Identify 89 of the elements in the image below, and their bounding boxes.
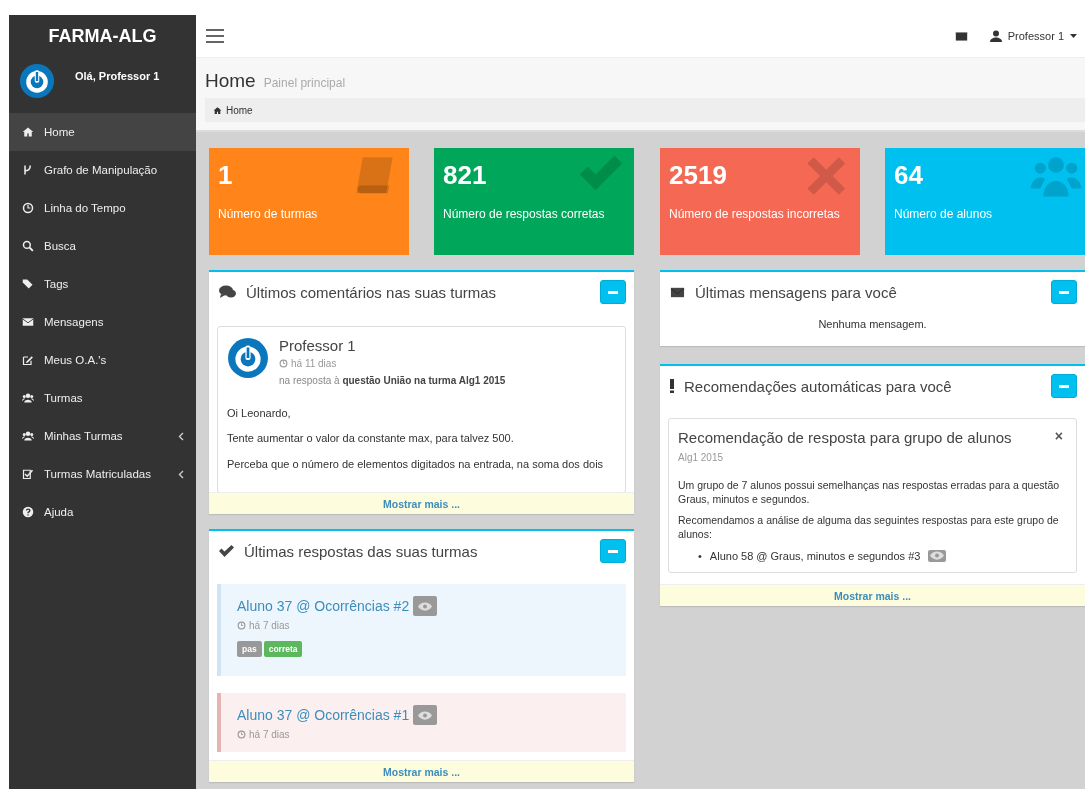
stat-label: Número de alunos (894, 207, 993, 221)
stat-label: Número de turmas (218, 207, 318, 221)
answer-tag: correta (263, 641, 303, 657)
avatar-icon (19, 63, 55, 99)
stat-value: 821 (443, 160, 487, 191)
sidebar-item[interactable]: Meus O.A.'s (9, 341, 196, 379)
recommended-answer: Aluno 58 @ Graus, minutos e segundos #3 (709, 549, 921, 562)
users-icon (22, 392, 34, 404)
stat-value: 64 (894, 160, 923, 191)
home-icon (213, 105, 222, 115)
user-menu[interactable]: Professor 1 (989, 30, 1077, 42)
collapse-button[interactable] (1051, 374, 1077, 398)
sidebar-item[interactable]: Minhas Turmas (9, 417, 196, 455)
avatar-icon (227, 337, 269, 379)
eye-icon (418, 601, 433, 611)
comment-text: Oi Leonardo, (227, 406, 292, 421)
answer-time: há 7 dias (237, 729, 610, 740)
cross-icon (807, 157, 846, 195)
stat-label: Número de respostas incorretas (669, 207, 840, 221)
show-more-link[interactable]: Mostrar mais ... (834, 589, 911, 602)
clock-icon (279, 359, 288, 368)
recommendation-course: Alg1 2015 (678, 452, 725, 463)
sidebar-item[interactable]: Turmas (9, 379, 196, 417)
search-icon (22, 240, 34, 252)
clock-icon (237, 730, 246, 739)
stat-value: 2519 (669, 160, 727, 191)
comment-context: na resposta à questão União na turma Alg1 2015 (279, 375, 506, 386)
bullet: • (698, 549, 702, 562)
answer-time: há 7 dias (237, 620, 610, 631)
breadcrumb-link[interactable]: Home (226, 104, 253, 116)
help-icon (22, 506, 34, 518)
home-icon (22, 126, 34, 138)
fork-icon (22, 164, 34, 176)
minus-icon (608, 290, 618, 294)
sidebar-item[interactable]: Linha do Tempo (9, 189, 196, 227)
users-icon (22, 430, 34, 442)
page-subtitle: Painel principal (263, 76, 346, 90)
user-icon (989, 30, 1002, 42)
users-icon (1030, 157, 1082, 197)
sidebar-item[interactable]: Busca (9, 227, 196, 265)
panel-title: Últimas mensagens para você (695, 283, 898, 301)
sidebar-item[interactable]: Ajuda (9, 493, 196, 531)
stat-label: Número de respostas corretas (443, 207, 605, 221)
comment-text: Perceba que o número de elementos digitados na entrada, na soma dos dois (227, 456, 605, 471)
panel-title: Recomendações automáticas para você (684, 377, 953, 395)
panel-title: Últimas respostas das suas turmas (244, 542, 479, 560)
eye-icon (418, 710, 433, 720)
checkbox-icon (22, 468, 34, 480)
sidebar-item[interactable]: Tags (9, 265, 196, 303)
stat-value: 1 (218, 160, 233, 191)
view-button[interactable] (413, 705, 438, 725)
minus-icon (1059, 290, 1069, 294)
check-icon (579, 155, 623, 191)
panel-title: Últimos comentários nas suas turmas (246, 283, 498, 301)
view-button[interactable] (928, 549, 947, 562)
check-icon (219, 545, 234, 557)
eye-icon (930, 551, 945, 561)
empty-message: Nenhuma mensagem. (817, 317, 928, 332)
tags-icon (22, 278, 34, 290)
answer-tag: pas (237, 641, 262, 657)
collapse-button[interactable] (600, 539, 626, 563)
menu-icon[interactable] (206, 29, 224, 43)
comments-icon (219, 285, 236, 299)
minus-icon (608, 549, 618, 553)
exclamation-icon (670, 379, 674, 393)
comment-time: há 11 dias (279, 358, 506, 369)
sidebar-item[interactable]: Home (9, 113, 196, 151)
recommendation-text: Recomendamos a análise de alguma das seguintes respostas para este grupo de alunos: (678, 514, 1060, 542)
recommendation-title: Recomendação de resposta para grupo de alunos (678, 429, 1013, 446)
recommendation-text: Um grupo de 7 alunos possui semelhanças nas respostas erradas para a questão Graus, minutos e segundos. (678, 479, 1061, 507)
view-button[interactable] (413, 596, 438, 616)
sidebar-item[interactable]: Mensagens (9, 303, 196, 341)
caret-icon (1070, 34, 1077, 38)
sidebar-item[interactable]: Grafo de Manipulação (9, 151, 196, 189)
clock-icon (237, 621, 246, 630)
sidebar-item[interactable]: Turmas Matriculadas (9, 455, 196, 493)
minus-icon (1059, 384, 1069, 388)
brand-logo: FARMA-ALG (47, 24, 158, 48)
clock-icon (22, 202, 34, 214)
edit-icon (22, 354, 34, 366)
comment-author: Professor 1 (279, 337, 357, 354)
close-button[interactable]: × (1050, 429, 1067, 443)
comment-text: Tente aumentar o valor da constante max, para talvez 500. (227, 431, 515, 446)
show-more-link[interactable]: Mostrar mais ... (383, 497, 460, 510)
show-more-link[interactable]: Mostrar mais ... (383, 765, 460, 778)
collapse-button[interactable] (600, 280, 626, 304)
collapse-button[interactable] (1051, 280, 1077, 304)
page-title: Home (205, 70, 256, 92)
user-greeting: Olá, Professor 1 (75, 70, 160, 82)
